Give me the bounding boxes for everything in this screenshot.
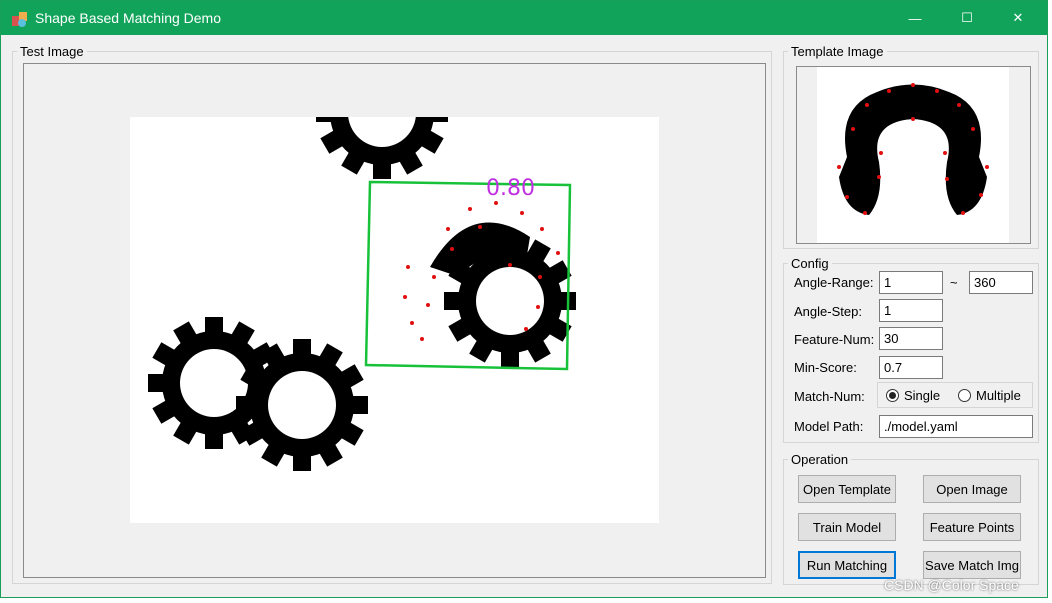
template-image-canvas xyxy=(817,67,1009,243)
operation-label: Operation xyxy=(788,452,852,467)
operation-group: Operation Open Template Open Image Train… xyxy=(783,452,1039,585)
config-group: Config Angle-Range: 1 ~ 360 Angle-Step: … xyxy=(783,256,1039,443)
test-image-canvas xyxy=(130,117,659,523)
angle-to-input[interactable]: 360 xyxy=(969,271,1033,294)
app-window: Shape Based Matching Demo — ☐ ✕ Test Ima… xyxy=(0,0,1048,598)
maximize-icon: ☐ xyxy=(961,10,973,25)
template-image-frame xyxy=(796,66,1031,244)
train-model-button[interactable]: Train Model xyxy=(798,513,896,541)
match-num-options: Single Multiple xyxy=(877,382,1033,408)
angle-step-label: Angle-Step: xyxy=(794,304,862,319)
min-score-input[interactable]: 0.7 xyxy=(879,356,943,379)
feature-points-button[interactable]: Feature Points xyxy=(923,513,1021,541)
angle-step-input[interactable]: 1 xyxy=(879,299,943,322)
window-title: Shape Based Matching Demo xyxy=(35,10,221,26)
angle-range-label: Angle-Range: xyxy=(794,275,874,290)
feature-num-input[interactable]: 30 xyxy=(879,327,943,350)
single-radio[interactable] xyxy=(886,389,899,402)
multiple-label[interactable]: Multiple xyxy=(976,388,1021,403)
angle-from-input[interactable]: 1 xyxy=(879,271,943,294)
single-label[interactable]: Single xyxy=(904,388,940,403)
test-image-group: Test Image 0.80 xyxy=(12,44,772,584)
feature-num-label: Feature-Num: xyxy=(794,332,875,347)
test-image-frame: 0.80 xyxy=(23,63,766,578)
app-icon xyxy=(12,12,27,27)
minimize-button[interactable]: — xyxy=(892,1,938,35)
min-score-label: Min-Score: xyxy=(794,360,857,375)
maximize-button[interactable]: ☐ xyxy=(944,1,990,35)
save-match-img-button[interactable]: Save Match Img xyxy=(923,551,1021,579)
close-icon: ✕ xyxy=(1012,10,1024,25)
model-path-label: Model Path: xyxy=(794,419,864,434)
match-num-label: Match-Num: xyxy=(794,389,865,404)
test-image-label: Test Image xyxy=(17,44,87,59)
model-path-input[interactable]: ./model.yaml xyxy=(879,415,1033,438)
range-separator: ~ xyxy=(950,275,958,290)
close-button[interactable]: ✕ xyxy=(995,1,1041,35)
run-matching-button[interactable]: Run Matching xyxy=(798,551,896,579)
open-template-button[interactable]: Open Template xyxy=(798,475,896,503)
multiple-radio[interactable] xyxy=(958,389,971,402)
open-image-button[interactable]: Open Image xyxy=(923,475,1021,503)
watermark: CSDN @Color Space xyxy=(884,577,1019,593)
match-score: 0.80 xyxy=(486,176,535,201)
config-label: Config xyxy=(788,256,832,271)
template-image-label: Template Image xyxy=(788,44,887,59)
title-bar[interactable]: Shape Based Matching Demo — ☐ ✕ xyxy=(1,1,1047,35)
minimize-icon: — xyxy=(908,10,922,26)
template-image-group: Template Image xyxy=(783,44,1039,249)
